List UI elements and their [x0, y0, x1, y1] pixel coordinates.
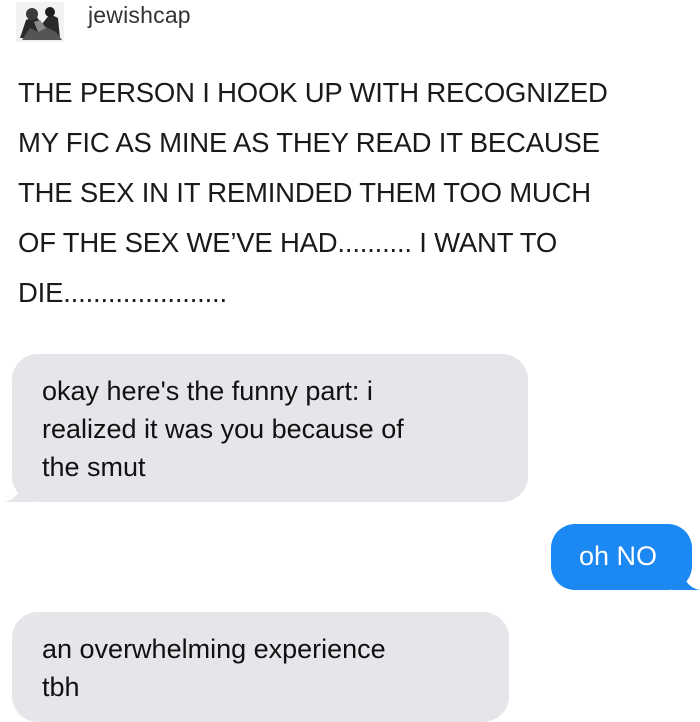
- incoming-message-bubble[interactable]: okay here's the funny part: i realized i…: [4, 354, 528, 502]
- post-text-line: MY FIC AS MINE AS THEY READ IT BECAUSE: [18, 127, 600, 158]
- post-text-line: THE PERSON I HOOK UP WITH RECOGNIZED: [18, 77, 608, 108]
- post-text-line: OF THE SEX WE’VE HAD.......... I WANT TO: [18, 227, 558, 258]
- outgoing-message-bubble[interactable]: oh NO: [551, 524, 700, 590]
- bubble-tail-icon: [4, 476, 32, 502]
- message-text-line: okay here's the funny part: i: [42, 376, 373, 406]
- message-text-line: an overwhelming experience: [42, 634, 386, 664]
- post-header: jewishcap: [16, 0, 191, 44]
- incoming-message-bubble[interactable]: an overwhelming experience tbh: [12, 612, 509, 722]
- post-text-line: DIE......................: [18, 277, 227, 308]
- avatar[interactable]: [16, 2, 64, 42]
- avatar-photo-icon: [16, 2, 64, 42]
- message-text-line: the smut: [42, 452, 146, 482]
- bubble-tail-icon: [672, 564, 700, 590]
- username[interactable]: jewishcap: [88, 2, 191, 29]
- post-text-line: THE SEX IN IT REMINDED THEM TOO MUCH: [18, 177, 591, 208]
- message-text-line: tbh: [42, 672, 80, 702]
- message-text-line: realized it was you because of: [42, 414, 404, 444]
- post-text: THE PERSON I HOOK UP WITH RECOGNIZED MY …: [18, 68, 688, 318]
